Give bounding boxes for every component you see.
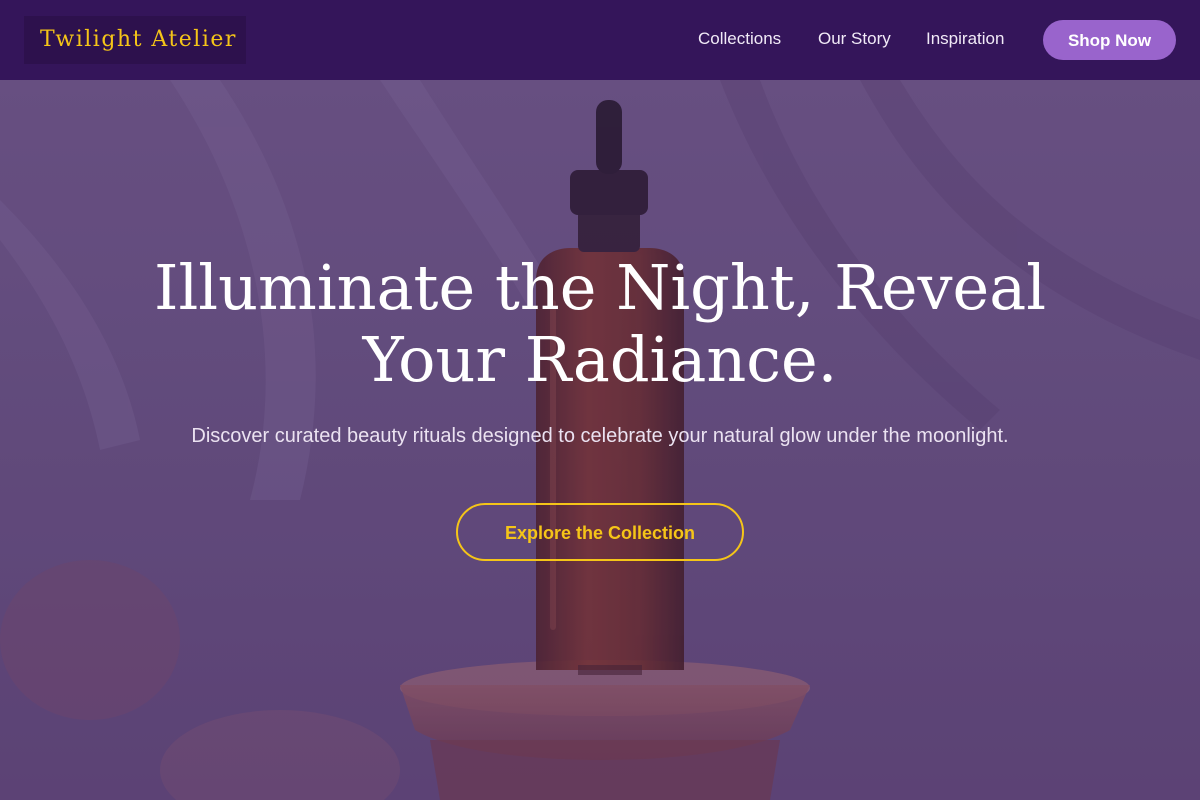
nav-link-collections[interactable]: Collections [698,28,781,50]
hero-subtitle: Discover curated beauty rituals designed… [191,425,1009,447]
brand-logo[interactable]: Twilight Atelier [24,16,246,64]
hero-section: Illuminate the Night, Reveal Your Radian… [0,80,1200,800]
nav-link-our-story[interactable]: Our Story [818,28,891,50]
nav-link-inspiration[interactable]: Inspiration [926,28,1004,50]
explore-collection-button[interactable]: Explore the Collection [456,503,744,561]
top-navbar: Twilight Atelier Collections Our Story I… [0,0,1200,80]
hero-title: Illuminate the Night, Reveal Your Radian… [153,251,1047,396]
shop-now-button[interactable]: Shop Now [1043,20,1176,60]
